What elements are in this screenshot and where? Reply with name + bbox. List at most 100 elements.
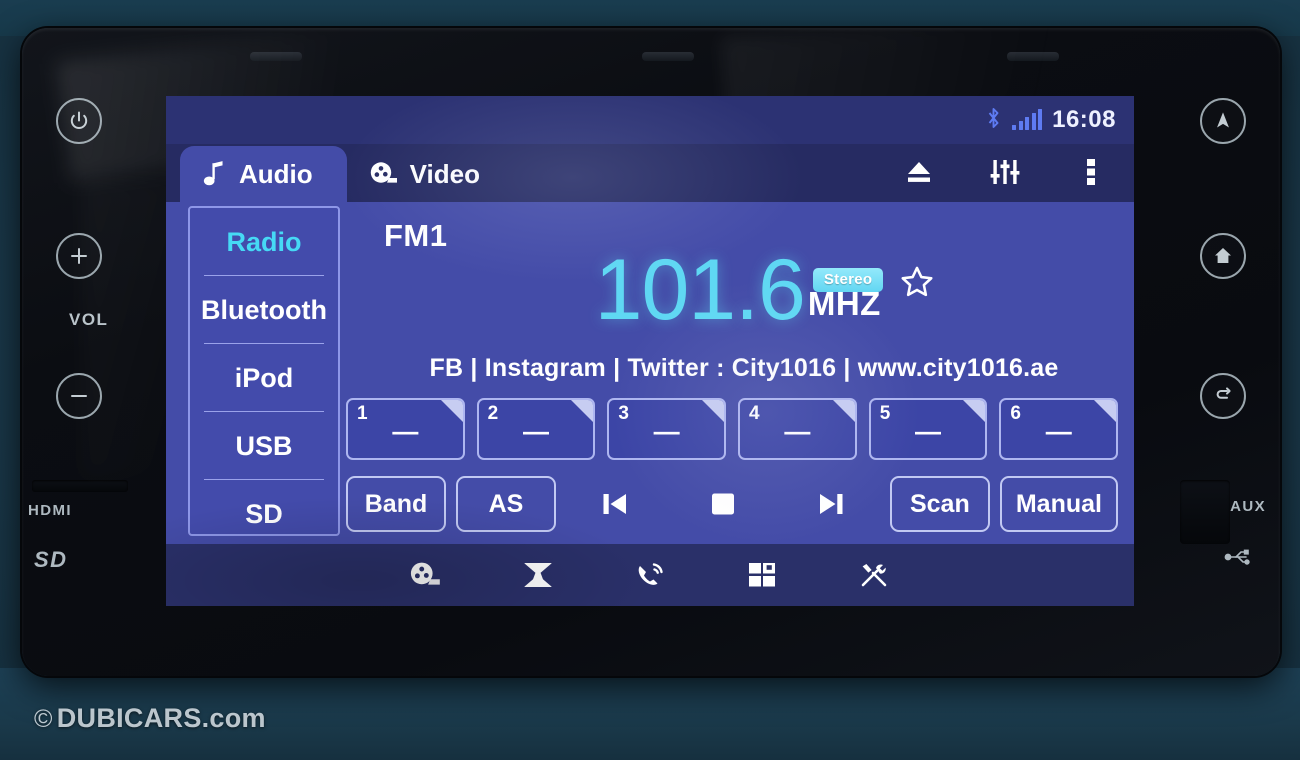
usb-port-icon xyxy=(1224,548,1254,571)
preset-number: 2 xyxy=(487,403,499,424)
app-dock xyxy=(166,544,1134,606)
auto-store-button[interactable]: AS xyxy=(456,476,556,532)
source-item-radio-label: Radio xyxy=(226,226,302,257)
preset-number: 3 xyxy=(618,403,629,424)
preset-button-4[interactable]: 4 — xyxy=(738,398,857,460)
preset-number: 6 xyxy=(1010,403,1021,424)
manual-button-label: Manual xyxy=(1015,489,1102,518)
frequency-extras: Stereo xyxy=(812,266,933,296)
skip-next-icon xyxy=(819,494,843,514)
source-item-radio[interactable]: Radio xyxy=(190,208,338,276)
tab-audio-label: Audio xyxy=(239,158,313,189)
home-hardkey[interactable] xyxy=(1200,233,1246,279)
source-list: Radio Bluetooth iPod USB SD xyxy=(188,206,340,536)
band-label: FM1 xyxy=(384,218,448,253)
source-item-usb-label: USB xyxy=(235,430,293,461)
control-row: Band AS Scan Manual xyxy=(342,476,1122,532)
navigation-hardkey[interactable] xyxy=(1200,98,1246,144)
plus-icon xyxy=(71,248,87,264)
apps-button[interactable] xyxy=(734,553,790,597)
photo-root: VOL HDMI SD AUX 16:08 Audio Video Radio … xyxy=(0,0,1300,760)
source-item-ipod[interactable]: iPod xyxy=(190,344,338,412)
volume-down-button[interactable] xyxy=(56,373,102,419)
source-item-bluetooth[interactable]: Bluetooth xyxy=(190,276,338,344)
navigation-arrow-icon xyxy=(1217,112,1229,128)
bluetooth-icon xyxy=(985,106,1002,135)
back-arrow-icon xyxy=(1216,387,1231,399)
bezel-nub-right xyxy=(1007,52,1059,61)
status-bar: 16:08 xyxy=(166,96,1134,144)
minus-icon xyxy=(71,395,87,397)
phone-button[interactable] xyxy=(622,553,678,597)
power-icon xyxy=(70,111,88,129)
sd-port-label: SD xyxy=(34,547,68,572)
source-item-sd-label: SD xyxy=(245,498,283,529)
tuner-panel: FM1 101.6 MHZ Stereo FB | Instagram | Tw… xyxy=(346,202,1134,544)
frequency-value: 101.6 xyxy=(594,242,806,338)
left-panel-seam xyxy=(32,480,128,492)
more-options-button[interactable] xyxy=(1048,146,1134,198)
scan-button[interactable]: Scan xyxy=(889,476,990,532)
lcd-screen: 16:08 Audio Video Radio Bluetooth iPod U… xyxy=(166,96,1134,606)
tab-strip: Audio Video xyxy=(166,144,1134,202)
frequency-display: 101.6 MHZ Stereo xyxy=(354,242,1124,338)
tab-audio[interactable]: Audio xyxy=(180,146,347,202)
tab-video[interactable]: Video xyxy=(347,146,506,202)
manual-button[interactable]: Manual xyxy=(999,476,1118,532)
band-button-label: Band xyxy=(364,489,428,518)
film-reel-icon xyxy=(410,562,440,585)
watermark: © DUBICARS.com xyxy=(34,703,266,734)
clock-label: 16:08 xyxy=(1052,106,1116,133)
star-outline-icon[interactable] xyxy=(899,264,935,305)
screen-body: Radio Bluetooth iPod USB SD FM1 101.6 MH… xyxy=(166,202,1134,544)
signal-bars-icon xyxy=(1012,109,1043,130)
status-badge: Stereo xyxy=(812,267,884,292)
toolbar xyxy=(876,146,1134,202)
preset-button-2[interactable]: 2 — xyxy=(476,398,596,460)
source-item-ipod-label: iPod xyxy=(234,362,294,393)
tools-icon xyxy=(861,564,887,587)
stop-button[interactable] xyxy=(674,476,772,532)
equalizer-button[interactable] xyxy=(962,146,1048,198)
next-button[interactable] xyxy=(782,476,880,532)
right-panel-seam xyxy=(1180,480,1230,544)
head-unit-bezel: VOL HDMI SD AUX 16:08 Audio Video Radio … xyxy=(22,28,1280,676)
home-icon xyxy=(1215,248,1231,263)
auto-store-button-label: AS xyxy=(488,489,524,518)
navigation-button[interactable] xyxy=(510,553,566,597)
stop-square-icon xyxy=(711,493,734,515)
scan-button-label: Scan xyxy=(909,489,970,518)
preset-number: 4 xyxy=(749,403,760,424)
watermark-copyright: © xyxy=(34,705,53,733)
watermark-text: DUBICARS.com xyxy=(56,703,266,733)
preset-button-1[interactable]: 1 — xyxy=(346,398,465,460)
more-vertical-icon xyxy=(1087,159,1095,185)
music-note-icon xyxy=(202,160,228,188)
film-reel-icon xyxy=(369,160,399,188)
eject-button[interactable] xyxy=(876,146,962,198)
preset-button-3[interactable]: 3 — xyxy=(607,398,727,460)
preset-button-6[interactable]: 6 — xyxy=(999,398,1119,460)
source-item-usb[interactable]: USB xyxy=(190,412,338,480)
media-button[interactable] xyxy=(398,553,454,597)
hdmi-port-label: HDMI xyxy=(28,502,72,519)
band-button[interactable]: Band xyxy=(346,476,446,532)
preset-row: 1 — 2 — 3 — 4 — 5 — 6 — xyxy=(342,398,1122,460)
preset-number: 5 xyxy=(879,403,891,424)
back-hardkey[interactable] xyxy=(1200,373,1246,419)
previous-button[interactable] xyxy=(566,476,664,532)
preset-button-5[interactable]: 5 — xyxy=(868,398,988,460)
source-item-sd[interactable]: SD xyxy=(190,480,338,534)
apps-grid-icon xyxy=(749,563,775,587)
rds-text: FB | Instagram | Twitter : City1016 | ww… xyxy=(429,354,1059,382)
power-button[interactable] xyxy=(56,98,102,144)
volume-label: VOL xyxy=(69,310,109,329)
settings-button[interactable] xyxy=(846,553,902,597)
eject-icon xyxy=(908,162,930,182)
equalizer-sliders-icon xyxy=(990,160,1020,184)
volume-up-button[interactable] xyxy=(56,233,102,279)
preset-number: 1 xyxy=(357,403,368,424)
skip-previous-icon xyxy=(603,494,626,514)
bezel-nub-left xyxy=(250,52,302,61)
map-icon xyxy=(524,563,552,587)
